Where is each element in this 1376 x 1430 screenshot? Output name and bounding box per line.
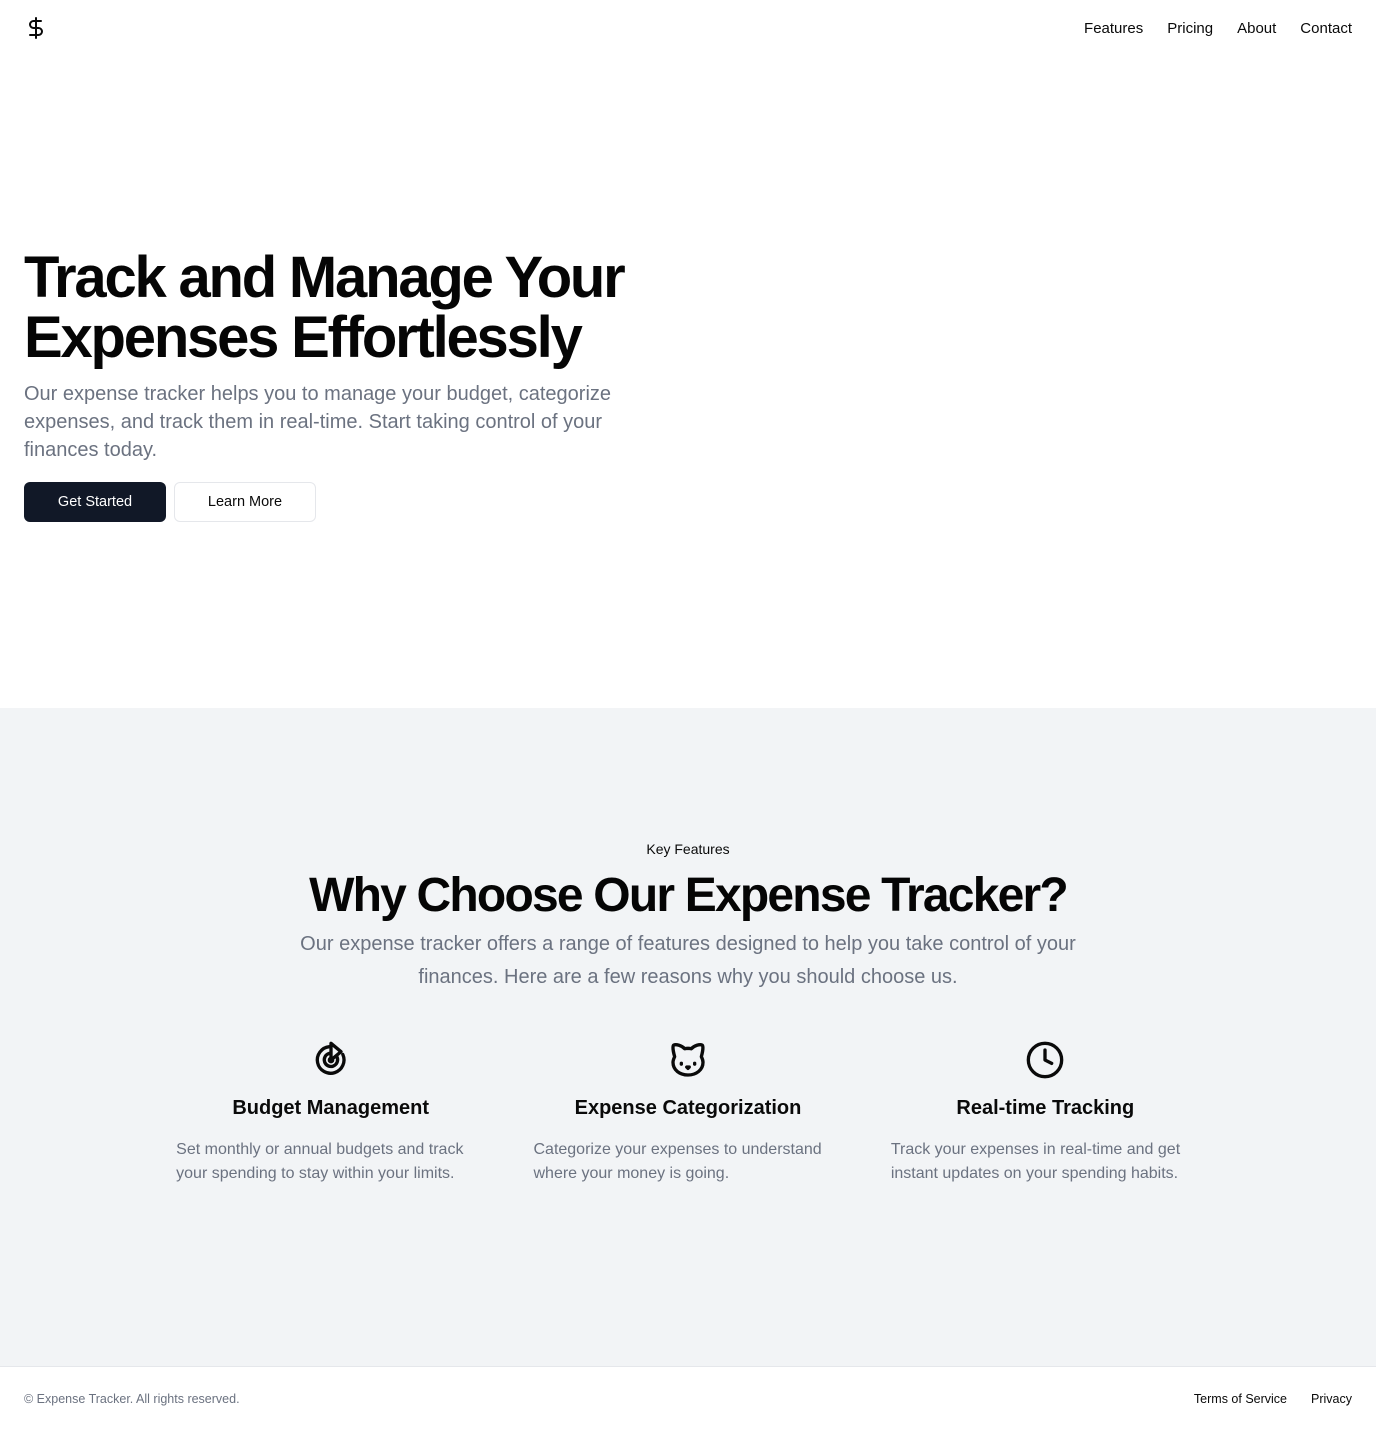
privacy-link[interactable]: Privacy xyxy=(1311,1392,1352,1406)
feature-card-budget: Budget Management Set monthly or annual … xyxy=(152,1040,509,1186)
hero-title-line-1: Track and Manage Your xyxy=(24,245,626,310)
footer-links: Terms of Service Privacy xyxy=(1194,1392,1352,1406)
feature-description: Set monthly or annual budgets and track … xyxy=(176,1141,464,1182)
hero-section: Track and Manage Your Expenses Effortles… xyxy=(0,56,1376,708)
features-section: Key Features Why Choose Our Expense Trac… xyxy=(0,708,1376,1366)
hero-description: Our expense tracker helps you to manage … xyxy=(24,383,612,461)
feature-list: Budget Management Set monthly or annual … xyxy=(152,1040,1224,1186)
feature-description: Categorize your expenses to understand w… xyxy=(533,1141,822,1182)
nav-link-features[interactable]: Features xyxy=(1084,20,1143,37)
copyright-text: © Expense Tracker. All rights reserved. xyxy=(24,1391,240,1406)
feature-title: Expense Categorization xyxy=(574,1097,802,1119)
learn-more-button[interactable]: Learn More xyxy=(174,482,316,522)
feature-card-tracking: Real-time Tracking Track your expenses i… xyxy=(867,1040,1224,1186)
terms-of-service-link[interactable]: Terms of Service xyxy=(1194,1392,1287,1406)
feature-card-categorization: Expense Categorization Categorize your e… xyxy=(509,1040,866,1186)
dollar-sign-icon[interactable] xyxy=(24,16,48,40)
features-description: Our expense tracker offers a range of fe… xyxy=(300,933,1076,988)
feature-title: Budget Management xyxy=(232,1097,429,1119)
hero-title: Track and Manage Your Expenses Effortles… xyxy=(24,248,684,368)
nav-link-about[interactable]: About xyxy=(1237,20,1276,37)
feature-description: Track your expenses in real-time and get… xyxy=(890,1141,1181,1182)
features-eyebrow: Key Features xyxy=(646,841,730,857)
hero-actions: Get Started Learn More xyxy=(24,482,684,522)
nav-link-contact[interactable]: Contact xyxy=(1300,20,1352,37)
nav-link-pricing[interactable]: Pricing xyxy=(1167,20,1213,37)
feature-title: Real-time Tracking xyxy=(956,1097,1135,1119)
features-title: Why Choose Our Expense Tracker? xyxy=(309,869,1069,922)
hero-title-line-2: Expenses Effortlessly xyxy=(24,305,583,370)
main-nav: Features Pricing About Contact xyxy=(1084,20,1352,37)
hero-content: Track and Manage Your Expenses Effortles… xyxy=(24,248,684,522)
site-header: Features Pricing About Contact xyxy=(0,0,1376,56)
target-icon xyxy=(311,1040,351,1080)
site-footer: © Expense Tracker. All rights reserved. … xyxy=(0,1366,1376,1430)
clock-icon xyxy=(1025,1040,1065,1080)
cat-icon xyxy=(668,1040,708,1080)
get-started-button[interactable]: Get Started xyxy=(24,482,166,522)
